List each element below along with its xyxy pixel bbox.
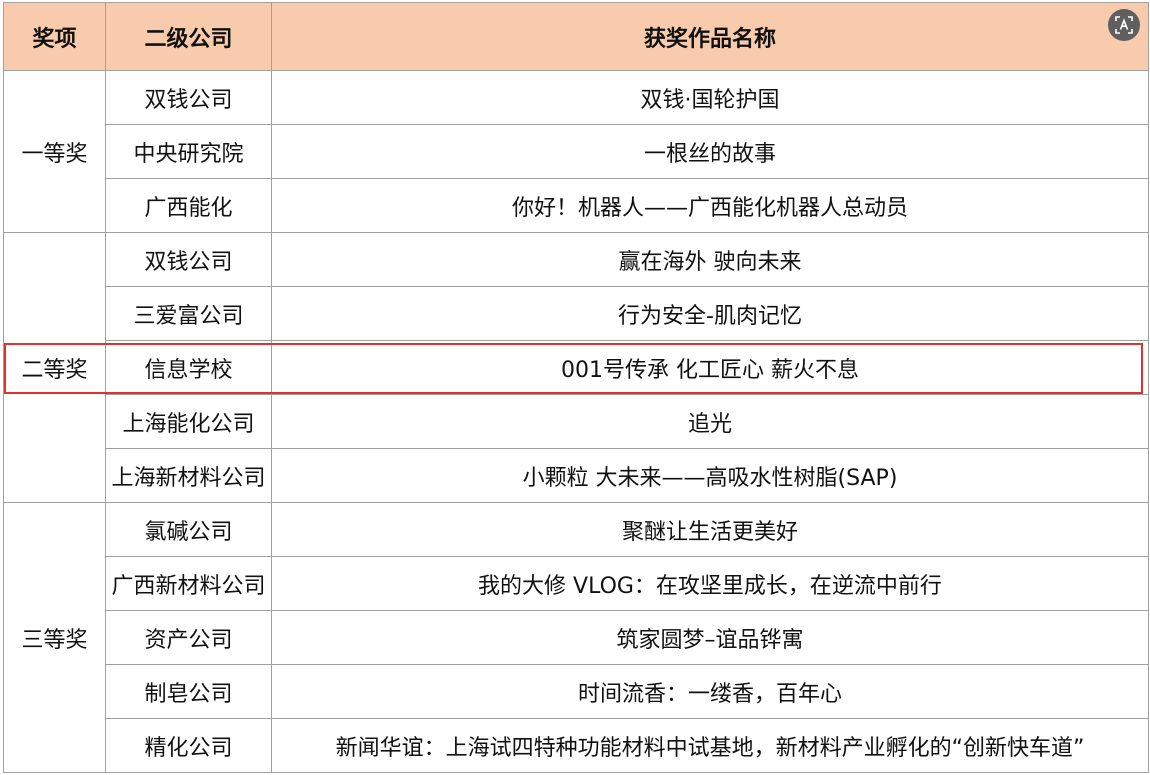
award-cell-first: 一等奖	[3, 70, 106, 233]
work-cell: 追光	[271, 394, 1149, 449]
work-cell: 我的大修 VLOG：在攻坚里成长，在逆流中前行	[271, 556, 1149, 611]
work-cell: 时间流香：一缕香，百年心	[271, 664, 1149, 719]
award-cell-second: 二等奖	[3, 232, 106, 503]
work-cell: 001号传承 化工匠心 薪火不息	[271, 340, 1149, 395]
table-row: 三等奖 氯碱公司 聚醚让生活更美好	[3, 502, 1149, 773]
header-company: 二级公司	[105, 2, 272, 71]
work-cell: 行为安全-肌肉记忆	[271, 286, 1149, 341]
company-cell: 制皂公司	[105, 664, 272, 719]
table-row: 二等奖 双钱公司 赢在海外 驶向未来	[3, 232, 1149, 503]
table-row: 广西能化 你好！机器人——广西能化机器人总动员	[4, 178, 1149, 233]
company-cell: 信息学校	[105, 340, 272, 395]
table-row: 制皂公司 时间流香：一缕香，百年心	[4, 664, 1149, 719]
table-row: 三爱富公司 行为安全-肌肉记忆	[4, 286, 1149, 341]
header-work: 获奖作品名称	[271, 2, 1149, 71]
company-cell: 资产公司	[105, 610, 272, 665]
table-row: 广西新材料公司 我的大修 VLOG：在攻坚里成长，在逆流中前行	[4, 556, 1149, 611]
table-row: 精化公司 新闻华谊：上海试四特种功能材料中试基地，新材料产业孵化的“创新快车道”	[4, 718, 1149, 773]
work-cell: 一根丝的故事	[271, 124, 1149, 179]
table-row: 一等奖 双钱公司 双钱·国轮护国	[3, 70, 1149, 233]
work-cell: 小颗粒 大未来——高吸水性树脂(SAP)	[271, 448, 1149, 503]
table-row: 上海能化公司 追光	[4, 394, 1149, 449]
header-award: 奖项	[3, 2, 106, 71]
work-cell: 你好！机器人——广西能化机器人总动员	[271, 178, 1149, 233]
work-cell: 双钱·国轮护国	[271, 70, 1149, 125]
table-row: 资产公司 筑家圆梦–谊品铧寓	[4, 610, 1149, 665]
award-cell-third: 三等奖	[3, 502, 106, 773]
work-cell: 聚醚让生活更美好	[271, 502, 1149, 557]
work-cell: 筑家圆梦–谊品铧寓	[271, 610, 1149, 665]
company-cell: 中央研究院	[105, 124, 272, 179]
table-row: 上海新材料公司 小颗粒 大未来——高吸水性树脂(SAP)	[4, 448, 1149, 503]
company-cell: 广西能化	[105, 178, 272, 233]
spreadsheet-view: 奖项 二级公司 获奖作品名称 一等奖 双钱公司 双钱·国轮护国 中央研究院 一根…	[0, 0, 1150, 775]
company-cell: 上海新材料公司	[105, 448, 272, 503]
company-cell: 双钱公司	[105, 70, 272, 125]
text-recognition-icon	[1115, 16, 1133, 34]
awards-table: 奖项 二级公司 获奖作品名称 一等奖 双钱公司 双钱·国轮护国 中央研究院 一根…	[3, 2, 1149, 773]
text-recognition-button[interactable]	[1108, 9, 1140, 41]
company-cell: 氯碱公司	[105, 502, 272, 557]
header-row: 奖项 二级公司 获奖作品名称	[3, 2, 1149, 71]
table-row: 中央研究院 一根丝的故事	[4, 124, 1149, 179]
work-cell: 赢在海外 驶向未来	[271, 232, 1149, 287]
table-row-highlighted: 信息学校 001号传承 化工匠心 薪火不息	[4, 340, 1149, 395]
company-cell: 精化公司	[105, 718, 272, 773]
work-cell: 新闻华谊：上海试四特种功能材料中试基地，新材料产业孵化的“创新快车道”	[271, 718, 1149, 773]
company-cell: 广西新材料公司	[105, 556, 272, 611]
company-cell: 三爱富公司	[105, 286, 272, 341]
company-cell: 双钱公司	[105, 232, 272, 287]
company-cell: 上海能化公司	[105, 394, 272, 449]
